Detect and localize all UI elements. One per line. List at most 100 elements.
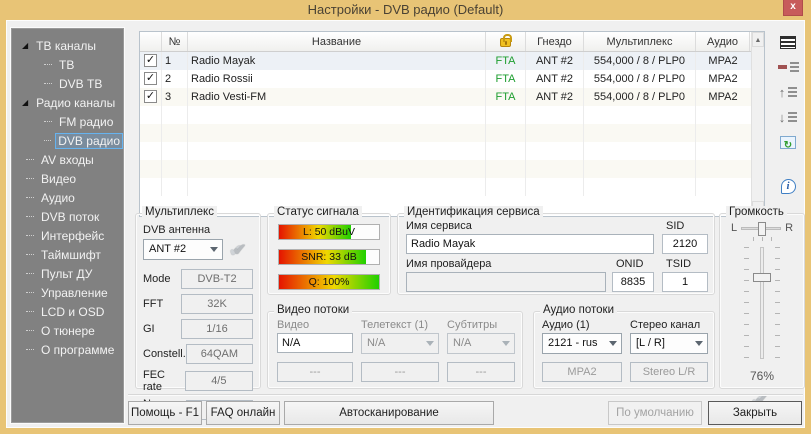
- help-button[interactable]: Помощь - F1: [128, 401, 202, 425]
- audio-track-select[interactable]: 2121 - rus: [542, 333, 622, 354]
- close-dialog-button[interactable]: Закрыть: [708, 401, 802, 425]
- subtitles-select[interactable]: N/A: [447, 333, 515, 354]
- rescan-icon[interactable]: ↻: [776, 131, 800, 153]
- teletext-select[interactable]: N/A: [361, 333, 439, 354]
- sidebar-item-av-inputs[interactable]: AV входы: [12, 150, 123, 169]
- audio-streams-group: Аудио потоки Аудио (1) Стерео канал 2121…: [533, 311, 715, 389]
- table-scrollbar[interactable]: ▲ ▼: [751, 32, 764, 216]
- quality-bar: Q: 100%: [278, 274, 380, 290]
- table-row[interactable]: ✓ 2 Radio Rossii FTA ANT #2 554,000 / 8 …: [140, 70, 764, 88]
- channel-name: Radio Mayak: [188, 52, 486, 70]
- empty-row: [140, 160, 764, 178]
- expand-arrow-icon[interactable]: ◢: [22, 99, 28, 107]
- fft-value: 32K: [181, 294, 253, 314]
- channel-table: № Название Гнездо Мультиплекс Аудио ✓ 1 …: [139, 31, 765, 217]
- teletext-codec-value: ---: [361, 362, 439, 382]
- table-row[interactable]: ✓ 1 Radio Mayak FTA ANT #2 554,000 / 8 /…: [140, 52, 764, 70]
- multiplex-group-title: Мультиплекс: [142, 206, 217, 218]
- sidebar-item-dvb-tv[interactable]: DVB ТВ: [12, 74, 123, 93]
- balance-left-label: L: [731, 222, 737, 234]
- chevron-down-icon: [502, 341, 510, 346]
- balance-thumb[interactable]: [758, 222, 766, 236]
- apply-antenna-icon[interactable]: ✔✔: [229, 241, 251, 259]
- provider-input[interactable]: [406, 272, 606, 292]
- channel-grid-icon[interactable]: [776, 31, 800, 53]
- column-header-name[interactable]: Название: [188, 32, 486, 51]
- service-group-title: Идентификация сервиса: [404, 206, 543, 218]
- sidebar-item-timeshift[interactable]: Таймшифт: [12, 245, 123, 264]
- service-name-input[interactable]: [406, 234, 654, 254]
- sidebar-item-video[interactable]: Видео: [12, 169, 123, 188]
- column-header-number[interactable]: №: [162, 32, 188, 51]
- stereo-mode-value: Stereo L/R: [630, 362, 708, 382]
- title-bar: Настройки - DVB радио (Default): [0, 0, 811, 20]
- channel-name: Radio Rossii: [188, 70, 486, 88]
- stereo-channel-select[interactable]: [L / R]: [630, 333, 708, 354]
- move-down-icon[interactable]: ↓: [776, 106, 800, 128]
- channel-checkbox[interactable]: ✓: [144, 54, 157, 67]
- chevron-down-icon: [695, 341, 703, 346]
- defaults-button[interactable]: По умолчанию: [608, 401, 702, 425]
- video-pid-input[interactable]: [277, 333, 353, 353]
- multiplex-group: Мультиплекс DVB антенна ANT #2 ✔✔ ModeDV…: [135, 213, 261, 389]
- sidebar-item-fm-radio[interactable]: FM радио: [12, 112, 123, 131]
- sidebar-item-audio[interactable]: Аудио: [12, 188, 123, 207]
- service-name-label: Имя сервиса: [406, 220, 472, 232]
- onid-value: 8835: [612, 272, 654, 292]
- faq-button[interactable]: FAQ онлайн: [206, 401, 280, 425]
- sidebar-item-dvb-stream[interactable]: DVB поток: [12, 207, 123, 226]
- onid-label: ONID: [616, 258, 644, 270]
- sidebar-item-about-tuner[interactable]: О тюнере: [12, 321, 123, 340]
- signal-group-title: Статус сигнала: [274, 206, 362, 218]
- sidebar-item-control[interactable]: Управление: [12, 283, 123, 302]
- audio-group-title: Аудио потоки: [540, 304, 617, 316]
- dialog-content: ◢ТВ каналы ТВ DVB ТВ ◢Радио каналы FM ра…: [6, 20, 805, 428]
- column-header-socket[interactable]: Гнездо: [526, 32, 584, 51]
- channel-checkbox[interactable]: ✓: [144, 72, 157, 85]
- column-header-audio[interactable]: Аудио: [696, 32, 750, 51]
- channel-checkbox[interactable]: ✓: [144, 90, 157, 103]
- provider-label: Имя провайдера: [406, 258, 491, 270]
- sidebar-item-lcd-osd[interactable]: LCD и OSD: [12, 302, 123, 321]
- sidebar-item-tv[interactable]: ТВ: [12, 55, 123, 74]
- balance-slider[interactable]: [741, 227, 781, 230]
- sidebar-item-remote[interactable]: Пульт ДУ: [12, 264, 123, 283]
- sidebar-item-interface[interactable]: Интерфейс: [12, 226, 123, 245]
- volume-group: Громкость L R 76% ✔✔: [719, 213, 805, 389]
- antenna-select[interactable]: ANT #2: [143, 239, 223, 260]
- info-icon[interactable]: i: [776, 175, 800, 197]
- chevron-down-icon: [210, 247, 218, 252]
- audio-label: Аудио (1): [542, 319, 590, 331]
- column-header-multiplex[interactable]: Мультиплекс: [584, 32, 696, 51]
- antenna-label: DVB антенна: [143, 224, 260, 236]
- expand-arrow-icon[interactable]: ◢: [22, 42, 28, 50]
- signal-status-group: Статус сигнала L: 50 dBuV SNR: 33 dB Q: …: [267, 213, 391, 295]
- close-button[interactable]: x: [783, 0, 803, 16]
- table-header-row: № Название Гнездо Мультиплекс Аудио: [140, 32, 764, 52]
- snr-bar: SNR: 33 dB: [278, 249, 380, 265]
- dialog-title: Настройки - DVB радио (Default): [308, 2, 504, 17]
- volume-thumb[interactable]: [753, 273, 771, 282]
- empty-row: [140, 106, 764, 124]
- table-row[interactable]: ✓ 3 Radio Vesti-FM FTA ANT #2 554,000 / …: [140, 88, 764, 106]
- move-up-icon[interactable]: ↑: [776, 81, 800, 103]
- sidebar-item-about-program[interactable]: О программе: [12, 340, 123, 359]
- level-bar: L: 50 dBuV: [278, 224, 380, 240]
- volume-group-title: Громкость: [726, 206, 787, 218]
- sidebar-item-dvb-radio[interactable]: DVB радио: [12, 131, 123, 150]
- volume-slider[interactable]: [742, 247, 782, 359]
- video-streams-group: Видео потоки Видео Телетекст (1) Субтитр…: [267, 311, 523, 389]
- empty-row: [140, 124, 764, 142]
- tsid-label: TSID: [666, 258, 691, 270]
- delete-channel-icon[interactable]: [776, 56, 800, 78]
- tsid-value: 1: [662, 272, 708, 292]
- autoscan-button[interactable]: Автосканирование: [284, 401, 494, 425]
- sid-value: 2120: [662, 234, 708, 254]
- sidebar-item-tv-channels[interactable]: ◢ТВ каналы: [12, 36, 123, 55]
- video-label: Видео: [277, 319, 309, 331]
- sidebar-item-radio-channels[interactable]: ◢Радио каналы: [12, 93, 123, 112]
- scroll-up-icon[interactable]: ▲: [752, 32, 764, 47]
- column-header-access[interactable]: [486, 32, 526, 51]
- channel-toolbar: ↑ ↓ ↻ i: [776, 31, 804, 200]
- gi-value: 1/16: [181, 319, 253, 339]
